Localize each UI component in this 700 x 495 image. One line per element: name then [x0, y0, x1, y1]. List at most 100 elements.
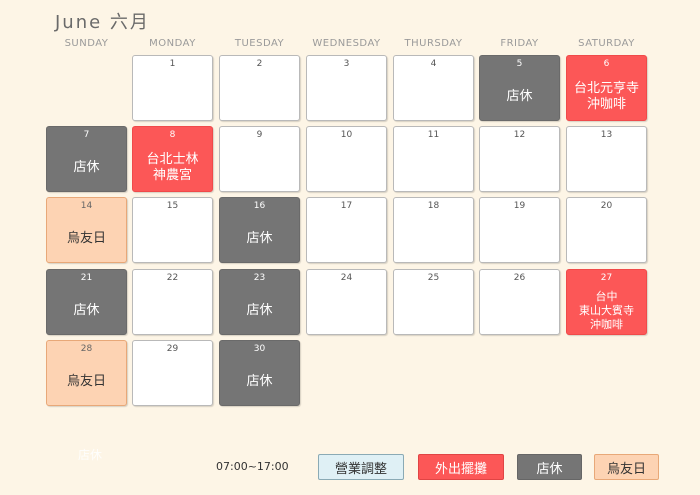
day-number: 25 [427, 273, 440, 283]
day-number: 15 [166, 201, 179, 211]
day-event-label [394, 147, 473, 189]
day-event-label [220, 76, 299, 118]
day-number: 6 [603, 59, 610, 69]
day-number: 2 [256, 59, 263, 69]
day-cell[interactable]: 11 [393, 126, 474, 192]
day-event-label: 店休 [246, 231, 273, 246]
day-number: 8 [169, 130, 176, 140]
day-number: 13 [600, 130, 613, 140]
day-cell[interactable]: 9 [219, 126, 300, 192]
day-cell[interactable]: 23 店休 [219, 269, 300, 335]
business-hours: 07:00~17:00 [216, 460, 289, 473]
day-cell[interactable]: 5 店休 [479, 55, 560, 121]
day-number: 26 [513, 273, 526, 283]
day-number: 11 [427, 130, 440, 140]
day-event-label [394, 290, 473, 332]
day-cell[interactable]: 6 台北元亨寺 沖咖啡 [566, 55, 647, 121]
day-event-label: 店休 [246, 303, 273, 318]
weekday-tuesday: TUESDAY [234, 38, 285, 49]
day-number: 7 [83, 130, 90, 140]
day-cell[interactable]: 13 [566, 126, 647, 192]
day-cell[interactable]: 20 [566, 197, 647, 263]
day-event-label [394, 218, 473, 260]
day-event-label [133, 361, 212, 403]
calendar-title: June 六月 [55, 12, 150, 33]
legend-business-adjustment: 營業調整 [318, 454, 404, 480]
day-number: 16 [253, 201, 266, 211]
day-event-label [307, 290, 386, 332]
day-number: 29 [166, 344, 179, 354]
day-cell[interactable]: 8 台北士林 神農宮 [132, 126, 213, 192]
day-number: 19 [513, 201, 526, 211]
day-cell[interactable]: 29 [132, 340, 213, 406]
day-event-label [394, 76, 473, 118]
day-event-label: 店休 [73, 303, 100, 318]
day-event-label: 台北元亨寺 沖咖啡 [573, 81, 639, 112]
day-event-label: 店休 [73, 160, 100, 175]
day-number: 12 [513, 130, 526, 140]
weekday-thursday: THURSDAY [404, 38, 463, 49]
day-cell[interactable]: 28 烏友日 [46, 340, 127, 406]
weekday-sunday: SUNDAY [64, 38, 109, 49]
legend-outdoor-stall: 外出擺攤 [418, 454, 504, 480]
day-event-label [133, 290, 212, 332]
day-event-label: 台中 東山大賓寺 沖咖啡 [579, 290, 634, 331]
day-number: 20 [600, 201, 613, 211]
weekday-wednesday: WEDNESDAY [312, 38, 381, 49]
day-cell[interactable]: 15 [132, 197, 213, 263]
day-event-label [220, 147, 299, 189]
day-event-label: 烏友日 [66, 374, 106, 389]
day-number: 10 [340, 130, 353, 140]
faded-closed-text: 店休 [78, 448, 103, 462]
day-cell[interactable]: 21 店休 [46, 269, 127, 335]
day-number: 21 [80, 273, 93, 283]
day-cell[interactable]: 2 [219, 55, 300, 121]
day-number: 28 [80, 344, 93, 354]
day-event-label [567, 147, 646, 189]
weekday-monday: MONDAY [149, 38, 196, 49]
day-cell[interactable]: 16 店休 [219, 197, 300, 263]
day-cell[interactable]: 17 [306, 197, 387, 263]
day-event-label [307, 218, 386, 260]
day-cell[interactable]: 10 [306, 126, 387, 192]
day-cell[interactable]: 22 [132, 269, 213, 335]
day-event-label [133, 76, 212, 118]
day-number: 27 [600, 273, 613, 283]
day-cell[interactable]: 26 [479, 269, 560, 335]
day-number: 23 [253, 273, 266, 283]
day-event-label [567, 218, 646, 260]
day-event-label [480, 290, 559, 332]
day-cell[interactable]: 1 [132, 55, 213, 121]
day-cell[interactable]: 24 [306, 269, 387, 335]
day-number: 1 [169, 59, 176, 69]
day-cell[interactable]: 25 [393, 269, 474, 335]
day-cell[interactable]: 7 店休 [46, 126, 127, 192]
day-cell[interactable]: 14 烏友日 [46, 197, 127, 263]
legend-wu-day: 烏友日 [594, 454, 659, 480]
day-event-label [307, 76, 386, 118]
day-number: 24 [340, 273, 353, 283]
day-cell[interactable]: 3 [306, 55, 387, 121]
day-number: 9 [256, 130, 263, 140]
weekday-saturday: SATURDAY [578, 38, 635, 49]
day-cell[interactable]: 18 [393, 197, 474, 263]
day-number: 14 [80, 201, 93, 211]
day-number: 4 [430, 59, 437, 69]
day-cell[interactable]: 4 [393, 55, 474, 121]
day-event-label: 烏友日 [66, 231, 106, 246]
day-number: 17 [340, 201, 353, 211]
weekday-friday: FRIDAY [500, 38, 539, 49]
day-cell[interactable]: 12 [479, 126, 560, 192]
day-cell[interactable]: 19 [479, 197, 560, 263]
day-number: 22 [166, 273, 179, 283]
day-cell[interactable]: 27 台中 東山大賓寺 沖咖啡 [566, 269, 647, 335]
day-event-label: 店休 [246, 374, 273, 389]
day-event-label [133, 218, 212, 260]
day-number: 3 [343, 59, 350, 69]
day-event-label: 台北士林 神農宮 [146, 152, 199, 183]
legend-closed: 店休 [517, 454, 582, 480]
day-event-label: 店休 [506, 89, 533, 104]
day-event-label [307, 147, 386, 189]
day-event-label [480, 218, 559, 260]
day-cell[interactable]: 30 店休 [219, 340, 300, 406]
